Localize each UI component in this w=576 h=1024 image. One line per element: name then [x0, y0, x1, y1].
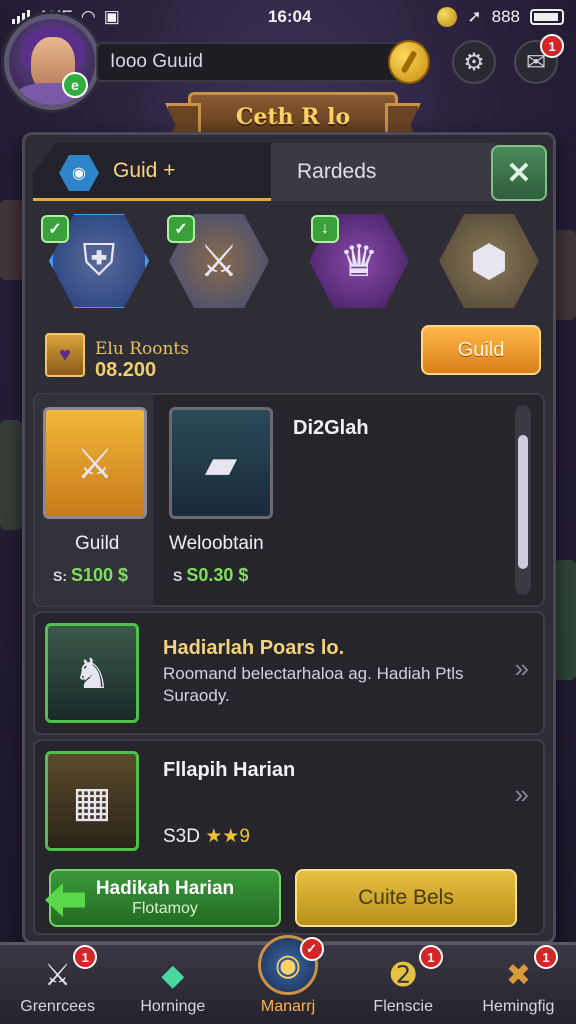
item-price: S S0.30 $: [173, 565, 248, 586]
reward-chest-icon: ♥: [45, 333, 85, 377]
reward-value: 08.200: [95, 359, 157, 381]
daily-reward-button[interactable]: Hadikah Harian Flotamoy: [45, 869, 281, 927]
item-thumb-chest: ▦: [45, 751, 139, 851]
claim-button[interactable]: Cuite Bels: [295, 869, 517, 927]
chest-icon: ▦: [72, 777, 112, 825]
nav-item-grenrcees[interactable]: ⚔ 1 Grenrcees: [0, 945, 115, 1024]
nav-item-manarrj[interactable]: ◉ ✓ Manarrj: [230, 935, 345, 1024]
list-item-title: Hadiarlah Poars lo.: [163, 637, 345, 659]
reward-label: Elu Roonts: [95, 339, 189, 359]
hero-golem[interactable]: ⬢: [439, 214, 539, 308]
nav-label: Grenrcees: [20, 998, 95, 1015]
nav-badge: 1: [534, 945, 559, 969]
scroll-thumb[interactable]: [518, 435, 528, 569]
guild-panel: ◉ Guid + Rardeds ✕ ⛨ ✓ ⚔ ✓ ♛ ↓ ⬢ ♥ Elu R…: [22, 132, 556, 944]
bg-rock: [0, 200, 24, 280]
close-icon: ✕: [506, 156, 532, 190]
bottom-nav: ⚔ 1 Grenrcees ◆ Horninge ◉ ✓ Manarrj ➋ 1…: [0, 935, 576, 1024]
banner-title: Ceth R lo: [235, 104, 351, 130]
scrollbar[interactable]: [515, 405, 531, 595]
golem-icon: ⬢: [469, 236, 509, 286]
item-name: Weloobtain: [169, 533, 264, 554]
gem-icon: ◆: [161, 958, 185, 992]
item-thumb-guild[interactable]: ⚔: [43, 407, 147, 519]
gear-icon: ⚙: [463, 48, 485, 76]
nav-badge: ✓: [299, 937, 324, 961]
battery-icon: [530, 9, 564, 25]
nav-item-flenscie[interactable]: ➋ 1 Flenscie: [346, 945, 461, 1024]
gallery-icon: ▣: [103, 7, 120, 26]
list-item-desc: Roomand belectarhaloa ag. Hadiah Ptls Su…: [163, 664, 464, 705]
nav-badge: 1: [418, 945, 443, 969]
tab-raiders[interactable]: Rardeds: [271, 143, 495, 201]
hero-check-icon: ↓: [311, 215, 339, 243]
shield-icon: ◉: [59, 155, 99, 191]
status-battery-text: 888: [491, 7, 520, 26]
player-avatar[interactable]: [4, 14, 100, 110]
mage-icon: ♛: [339, 236, 379, 286]
item-currency: S: [173, 568, 183, 584]
list-item: ▦ Fllapih Harian S3D ★★9 » Hadikah Haria…: [33, 739, 545, 935]
list-item-title: Fllapih Harian: [163, 759, 296, 781]
search-coin-button[interactable]: [388, 40, 430, 84]
nav-item-horninge[interactable]: ◆ Horninge: [115, 945, 230, 1024]
champion-icon: ⚔: [76, 439, 114, 487]
book-icon: ▰: [204, 439, 238, 487]
sorcerer-icon: ♞: [73, 649, 111, 697]
item-price-value: S100 $: [71, 565, 129, 585]
chevron-right-icon[interactable]: »: [515, 779, 529, 810]
item-thumb-sorcerer: ♞: [45, 623, 139, 723]
nav-item-hemingfig[interactable]: ✖ 1 Hemingfig: [461, 945, 576, 1024]
avatar-level-badge: e: [62, 72, 88, 98]
nav-label: Flenscie: [373, 998, 433, 1015]
star-rating: ★★9: [205, 826, 250, 847]
guild-search-input[interactable]: Iooo Guuid: [96, 42, 406, 82]
list-item-price: S3D ★★9: [163, 825, 250, 848]
card-title: Di2Glah: [293, 417, 369, 439]
shop-card: ⚔ ▰ Di2Glah Guild S: S100 $ Weloobtain SS…: [33, 393, 545, 607]
nav-label: Manarrj: [260, 998, 316, 1015]
nav-label: Horninge: [140, 998, 206, 1015]
nav-badge: 1: [73, 945, 98, 969]
location-icon: ➚: [467, 7, 482, 26]
item-thumb-book[interactable]: ▰: [169, 407, 273, 519]
tab-raiders-label: Rardeds: [297, 160, 377, 183]
wifi-icon: ◠: [80, 7, 96, 26]
daily-reward-label: Hadikah Harian: [95, 878, 235, 899]
helmet-icon: ⛨: [82, 236, 116, 285]
daily-reward-sublabel: Flotamoy: [132, 900, 198, 917]
coin-status-icon: [437, 7, 458, 27]
bg-rock: [0, 420, 22, 530]
bg-rock: [554, 560, 576, 680]
hero-row: ⛨ ✓ ⚔ ✓ ♛ ↓ ⬢: [39, 211, 539, 321]
tab-bar: ◉ Guid + Rardeds ✕: [25, 141, 553, 203]
item-name: Guild: [75, 533, 120, 554]
search-text: Iooo Guuid: [110, 51, 203, 72]
item-price: S: S100 $: [53, 565, 128, 586]
close-button[interactable]: ✕: [491, 145, 547, 201]
nav-label: Hemingfig: [482, 998, 555, 1015]
price-value: S3D: [163, 826, 200, 847]
tab-guild-label: Guid +: [113, 158, 176, 182]
arrow-left-icon: [45, 883, 85, 917]
item-currency: S:: [53, 568, 67, 584]
item-price-value: S0.30 $: [186, 565, 249, 585]
tab-guild[interactable]: ◉ Guid +: [33, 143, 271, 201]
list-item[interactable]: ♞ Hadiarlah Poars lo. Roomand belectarha…: [33, 611, 545, 735]
guild-button[interactable]: Guild: [421, 325, 541, 375]
hero-check-icon: ✓: [167, 215, 195, 243]
bg-rock: [554, 230, 576, 320]
warrior-icon: ⚔: [199, 236, 239, 286]
chevron-right-icon: »: [514, 653, 529, 683]
status-time: 16:04: [267, 7, 312, 26]
notification-badge: 1: [540, 34, 564, 58]
hero-check-icon: ✓: [41, 215, 69, 243]
settings-button[interactable]: ⚙: [452, 40, 496, 84]
